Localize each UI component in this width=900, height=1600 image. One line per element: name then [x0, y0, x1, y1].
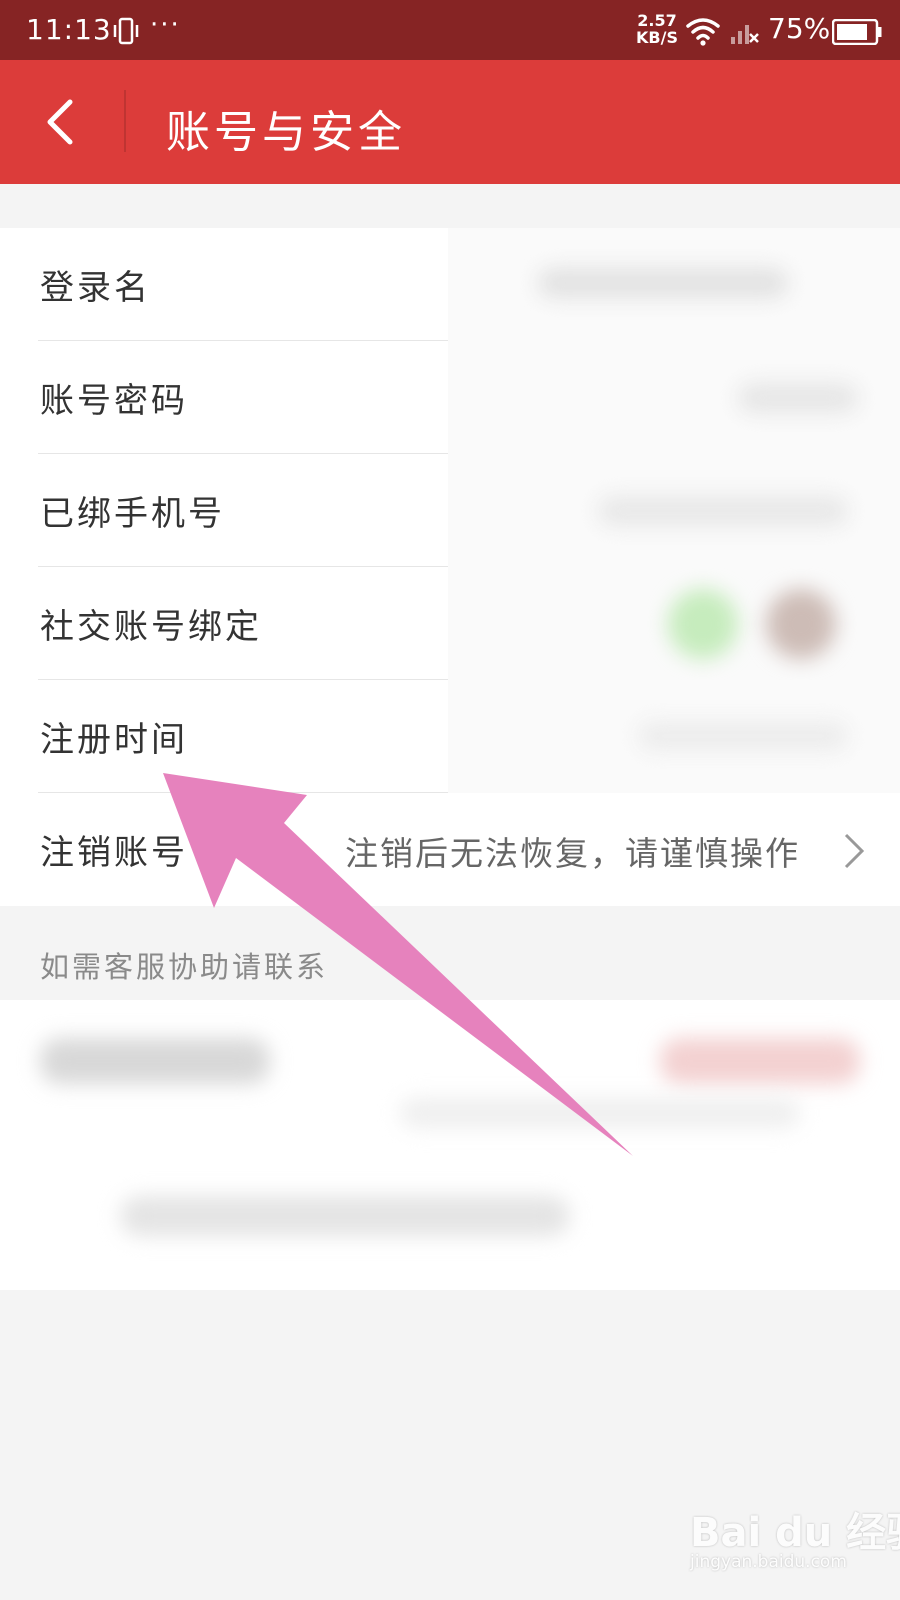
blurred-content: [638, 722, 848, 750]
network-speed-unit: KB/S: [636, 28, 678, 47]
watermark-brand: Bai du 经验: [690, 1510, 900, 1556]
blurred-content: [766, 589, 836, 659]
vibrate-icon: [113, 17, 139, 45]
row-label: 登录名: [40, 268, 151, 308]
redacted-value: [448, 228, 900, 341]
row-label: 已绑手机号: [40, 494, 225, 534]
blurred-content: [598, 496, 848, 526]
row-social-binding[interactable]: 社交账号绑定: [0, 567, 900, 680]
wifi-icon: [686, 18, 720, 46]
row-cancel-account[interactable]: 注销账号 注销后无法恢复，请谨慎操作: [0, 793, 900, 906]
blurred-content: [40, 1038, 270, 1084]
blurred-content: [668, 589, 738, 659]
row-register-time[interactable]: 注册时间: [0, 680, 900, 793]
settings-list: 登录名 账号密码 已绑手机号 社交账号绑定 注册时间 注销账号 注销后无法恢复，…: [0, 228, 900, 906]
chevron-left-icon: [47, 99, 73, 145]
row-label: 账号密码: [40, 381, 188, 421]
blurred-content: [400, 1098, 800, 1128]
status-time: 11:13: [26, 13, 112, 46]
redacted-value: [448, 454, 900, 567]
row-hint: 注销后无法恢复，请谨慎操作: [345, 834, 800, 873]
network-speed: 2.57 KB/S: [636, 12, 678, 46]
row-label: 社交账号绑定: [40, 607, 262, 647]
back-button[interactable]: [34, 88, 94, 156]
row-login-name[interactable]: 登录名: [0, 228, 900, 341]
watermark: Bai du 经验 jingyan.baidu.com: [690, 1500, 900, 1590]
row-account-password[interactable]: 账号密码: [0, 341, 900, 454]
header-divider: [124, 90, 126, 152]
watermark-url: jingyan.baidu.com: [690, 1552, 847, 1572]
blurred-content: [738, 383, 858, 413]
page-title: 账号与安全: [166, 107, 406, 158]
status-bar: 11:13 ··· 2.57 KB/S 75%: [0, 0, 900, 60]
row-label: 注销账号: [40, 833, 188, 873]
network-speed-value: 2.57: [637, 11, 677, 30]
chevron-right-icon: [844, 833, 865, 869]
blurred-content: [120, 1196, 570, 1236]
redacted-value: [448, 680, 900, 793]
more-notifications-icon: ···: [150, 10, 181, 40]
battery-percent: 75%: [768, 12, 831, 45]
signal-no-service-icon: [731, 25, 759, 44]
row-bound-phone[interactable]: 已绑手机号: [0, 454, 900, 567]
redacted-value: [448, 341, 900, 454]
battery-icon: [832, 19, 882, 45]
blurred-content: [538, 268, 788, 298]
help-text: 如需客服协助请联系: [40, 950, 329, 984]
redacted-contact-section: [0, 1000, 900, 1290]
row-label: 注册时间: [40, 720, 188, 760]
redacted-value: [448, 567, 900, 680]
blurred-content: [660, 1038, 860, 1084]
app-header: 账号与安全: [0, 60, 900, 184]
